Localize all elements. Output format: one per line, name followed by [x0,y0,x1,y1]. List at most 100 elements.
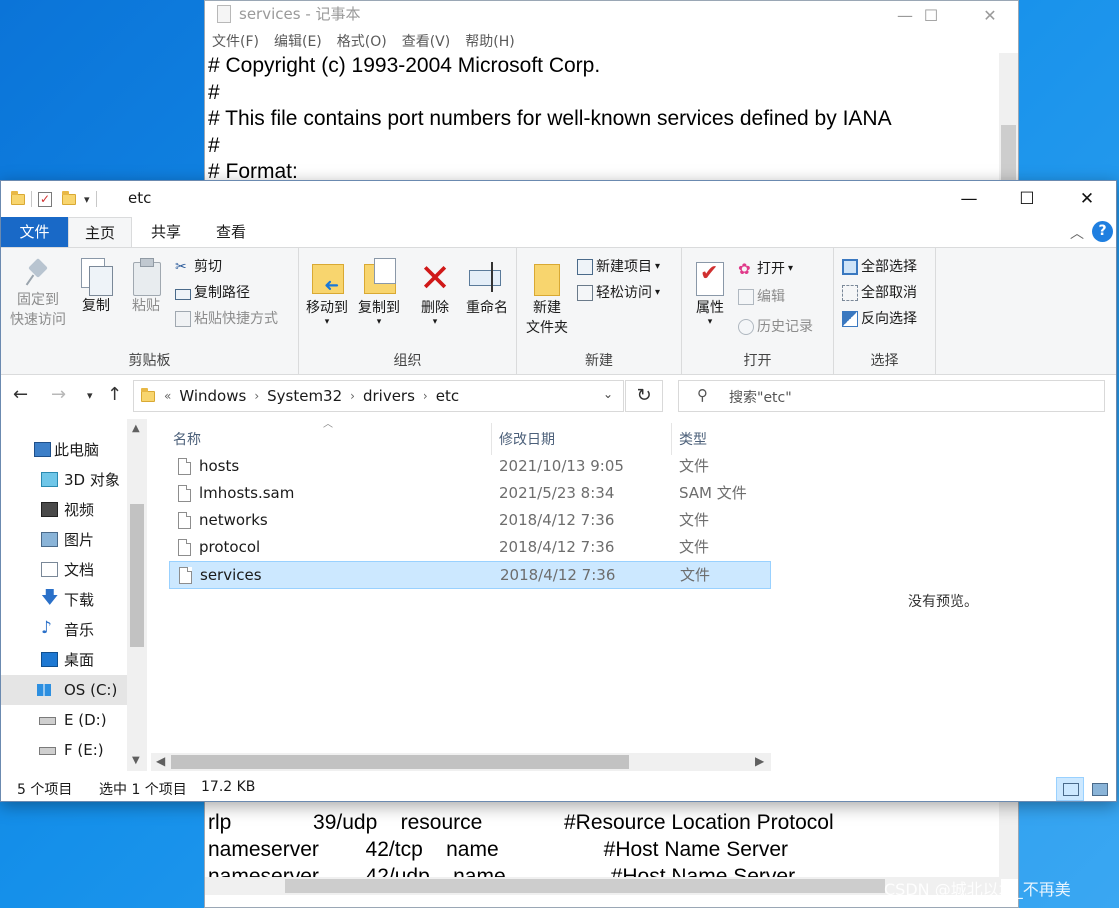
cut-button[interactable]: ✂ 剪切 [175,256,222,278]
notepad-horizontal-scroll-thumb[interactable] [285,879,885,893]
recent-locations-chevron-icon[interactable]: ▾ [87,389,93,402]
invert-selection-button[interactable]: 反向选择 [842,308,917,330]
scissors-icon: ✂ [175,259,187,275]
open-button[interactable]: ✿ 打开 ▾ [738,258,793,280]
rename-button[interactable]: 重命名 [459,258,515,318]
dropdown-arrow-icon: ▾ [707,317,713,327]
dropdown-arrow-icon: ▾ [432,317,438,327]
large-icons-view-button[interactable] [1085,777,1113,801]
nav-item-drive-d[interactable]: E (D:) [1,705,127,735]
nav-vertical-scrollbar[interactable]: ▲ ▼ [127,419,147,771]
address-bar[interactable]: « Windows › System32 › drivers › etc ⌄ [133,380,624,412]
notepad-horizontal-scrollbar[interactable] [205,877,1001,895]
nav-item-documents[interactable]: 文档 [1,555,127,585]
column-header-type[interactable]: 类型 [679,429,707,451]
nav-item-drive-e[interactable]: F (E:) [1,735,127,765]
notepad-close-button[interactable]: ✕ [967,1,1013,29]
explorer-minimize-button[interactable]: — [946,181,992,217]
scroll-right-arrow-icon[interactable]: ▶ [755,754,764,768]
documents-icon [41,562,58,577]
notepad-titlebar[interactable]: services - 记事本 — ☐ ✕ [205,1,1018,29]
paste-shortcut-button[interactable]: 粘贴快捷方式 [175,308,278,330]
copy-path-button[interactable]: 复制路径 [175,282,250,304]
new-folder-button[interactable]: 新建 文件夹 [521,258,573,338]
breadcrumb-separator-icon[interactable]: › [250,389,263,403]
table-row[interactable]: lmhosts.sam 2021/5/23 8:34 SAM 文件 [169,480,771,508]
music-icon: ♪ [41,618,52,638]
pin-quick-access-button[interactable]: 固定到 快速访问 [5,258,71,330]
move-to-button[interactable]: 移动到 ▾ [303,258,351,327]
search-box[interactable]: ⚲ 搜索"etc" [678,380,1105,412]
nav-item-desktop[interactable]: 桌面 [1,645,127,675]
breadcrumb-separator-icon[interactable]: › [419,389,432,403]
file-modified-date: 2018/4/12 7:36 [500,566,616,584]
menu-edit[interactable]: 编辑(E) [274,31,322,53]
file-list-horizontal-scrollbar[interactable]: ◀ ▶ [151,753,771,771]
breadcrumb-overflow[interactable]: « [160,389,175,403]
new-item-button[interactable]: 新建项目 ▾ [577,256,660,278]
notepad-maximize-button[interactable]: ☐ [908,1,954,29]
table-row[interactable]: networks 2018/4/12 7:36 文件 [169,507,771,535]
menu-file[interactable]: 文件(F) [212,31,259,53]
new-folder-quick-icon[interactable] [62,190,76,205]
breadcrumb-drivers[interactable]: drivers [359,387,419,405]
edit-button[interactable]: 编辑 [738,286,785,308]
properties-button[interactable]: 属性 ▾ [688,258,732,327]
select-all-button[interactable]: 全部选择 [842,256,917,278]
nav-scroll-thumb[interactable] [130,504,144,647]
tab-home[interactable]: 主页 [68,217,132,247]
copy-to-button[interactable]: 复制到 ▾ [355,258,403,327]
tab-share[interactable]: 共享 [136,217,196,247]
forward-arrow-icon[interactable]: → [51,384,66,405]
properties-icon [694,258,726,298]
nav-item-music[interactable]: ♪ 音乐 [1,615,127,645]
up-arrow-icon[interactable]: ↑ [107,384,122,405]
explorer-close-button[interactable]: ✕ [1064,181,1110,217]
easy-access-button[interactable]: 轻松访问 ▾ [577,282,660,304]
table-row[interactable]: protocol 2018/4/12 7:36 文件 [169,534,771,562]
paste-button[interactable]: 粘贴 [123,258,169,316]
properties-quick-icon[interactable]: ✓ [38,191,52,207]
file-list-scroll-thumb[interactable] [171,755,629,769]
table-row[interactable]: hosts 2021/10/13 9:05 文件 [169,453,771,481]
table-row[interactable]: services 2018/4/12 7:36 文件 [169,561,771,589]
tab-view[interactable]: 查看 [201,217,261,247]
file-type: 文件 [679,457,710,475]
dropdown-arrow-icon: ▾ [655,261,661,272]
collapse-ribbon-chevron-icon[interactable]: ︿ [1070,223,1084,243]
customize-toolbar-chevron-icon[interactable]: ▾ [84,193,90,206]
menu-format[interactable]: 格式(O) [337,31,387,53]
nav-item-3d-objects[interactable]: 3D 对象 [1,465,127,495]
breadcrumb-separator-icon[interactable]: › [346,389,359,403]
tab-file[interactable]: 文件 [1,217,68,247]
details-view-button[interactable] [1056,777,1084,801]
nav-item-pictures[interactable]: 图片 [1,525,127,555]
breadcrumb-system32[interactable]: System32 [263,387,346,405]
column-header-date[interactable]: 修改日期 [499,429,555,451]
explorer-titlebar[interactable]: ✓ ▾ etc — ☐ ✕ [1,181,1116,217]
scroll-left-arrow-icon[interactable]: ◀ [156,754,165,768]
nav-item-downloads[interactable]: 🡇 下载 [1,585,127,615]
copy-button[interactable]: 复制 [73,258,119,316]
menu-help[interactable]: 帮助(H) [465,31,514,53]
nav-item-this-pc[interactable]: 此电脑 [1,435,127,465]
breadcrumb-windows[interactable]: Windows [175,387,250,405]
notepad-text-area[interactable]: # Copyright (c) 1993-2004 Microsoft Corp… [208,53,998,181]
column-header-name[interactable]: 名称 [173,429,201,451]
notepad-text-area-lower[interactable]: rlp 39/udp resource #Resource Location P… [208,809,998,879]
scroll-up-arrow-icon[interactable]: ▲ [132,423,140,434]
nav-item-videos[interactable]: 视频 [1,495,127,525]
no-preview-text: 没有预览。 [908,594,978,610]
explorer-maximize-button[interactable]: ☐ [1004,181,1050,217]
help-icon[interactable]: ? [1092,221,1113,242]
scroll-down-arrow-icon[interactable]: ▼ [132,755,140,766]
address-dropdown-chevron-icon[interactable]: ⌄ [603,387,613,401]
select-none-button[interactable]: 全部取消 [842,282,917,304]
breadcrumb-etc[interactable]: etc [432,387,463,405]
menu-view[interactable]: 查看(V) [402,31,451,53]
refresh-button[interactable]: ↻ [625,380,663,412]
delete-button[interactable]: ✕ 删除 ▾ [413,258,457,327]
nav-item-os-c[interactable]: OS (C:) [1,675,127,705]
back-arrow-icon[interactable]: ← [13,384,28,405]
history-button[interactable]: 历史记录 [738,316,813,338]
